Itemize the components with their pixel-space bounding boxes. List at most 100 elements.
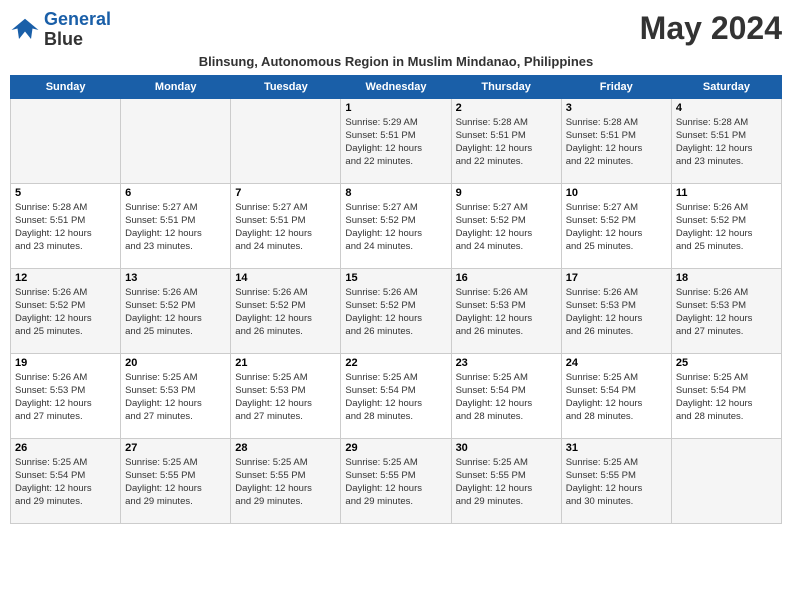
calendar-cell: 31 Sunrise: 5:25 AMSunset: 5:55 PMDayligh… bbox=[561, 438, 671, 523]
day-info: Sunrise: 5:26 AMSunset: 5:53 PMDaylight:… bbox=[566, 286, 667, 339]
day-info: Sunrise: 5:26 AMSunset: 5:52 PMDaylight:… bbox=[15, 286, 116, 339]
calendar-cell: 3Sunrise: 5:28 AMSunset: 5:51 PMDaylight… bbox=[561, 98, 671, 183]
calendar-cell: 30Sunrise: 5:25 AMSunset: 5:55 PMDayligh… bbox=[451, 438, 561, 523]
day-info: Sunrise: 5:27 AMSunset: 5:52 PMDaylight:… bbox=[456, 201, 557, 254]
day-number: 25 bbox=[676, 357, 777, 369]
calendar-cell: 19 Sunrise: 5:26 AMSunset: 5:53 PMDayligh… bbox=[11, 353, 121, 438]
calendar-cell: 29 Sunrise: 5:25 AMSunset: 5:55 PMDayligh… bbox=[341, 438, 451, 523]
day-number: 19 bbox=[15, 357, 116, 369]
day-number: 2 bbox=[456, 102, 557, 114]
day-info: Sunrise: 5:28 AMSunset: 5:51 PMDaylight:… bbox=[676, 116, 777, 169]
calendar-cell: 26Sunrise: 5:25 AMSunset: 5:54 PMDayligh… bbox=[11, 438, 121, 523]
logo: General Blue bbox=[10, 10, 111, 50]
day-number: 15 bbox=[345, 272, 446, 284]
calendar-week-3: 12 Sunrise: 5:26 AMSunset: 5:52 PMDayligh… bbox=[11, 268, 782, 353]
day-info: Sunrise: 5:29 AMSunset: 5:51 PMDaylight:… bbox=[345, 116, 446, 169]
calendar-cell: 9 Sunrise: 5:27 AMSunset: 5:52 PMDaylight… bbox=[451, 183, 561, 268]
day-number: 29 bbox=[345, 442, 446, 454]
month-title: May 2024 bbox=[640, 10, 782, 47]
day-number: 1 bbox=[345, 102, 446, 114]
day-number: 7 bbox=[235, 187, 336, 199]
header-sunday: Sunday bbox=[11, 75, 121, 98]
calendar-cell: 23 Sunrise: 5:25 AMSunset: 5:54 PMDayligh… bbox=[451, 353, 561, 438]
calendar-cell: 5Sunrise: 5:28 AMSunset: 5:51 PMDaylight… bbox=[11, 183, 121, 268]
header-monday: Monday bbox=[121, 75, 231, 98]
calendar-cell: 13 Sunrise: 5:26 AMSunset: 5:52 PMDayligh… bbox=[121, 268, 231, 353]
day-number: 28 bbox=[235, 442, 336, 454]
header-saturday: Saturday bbox=[671, 75, 781, 98]
day-number: 27 bbox=[125, 442, 226, 454]
calendar-week-1: 1 Sunrise: 5:29 AMSunset: 5:51 PMDaylight… bbox=[11, 98, 782, 183]
day-info: Sunrise: 5:25 AMSunset: 5:54 PMDaylight:… bbox=[676, 371, 777, 424]
day-info: Sunrise: 5:25 AMSunset: 5:55 PMDaylight:… bbox=[345, 456, 446, 509]
day-number: 24 bbox=[566, 357, 667, 369]
day-info: Sunrise: 5:26 AMSunset: 5:53 PMDaylight:… bbox=[15, 371, 116, 424]
calendar-cell: 11Sunrise: 5:26 AMSunset: 5:52 PMDayligh… bbox=[671, 183, 781, 268]
day-info: Sunrise: 5:25 AMSunset: 5:55 PMDaylight:… bbox=[125, 456, 226, 509]
calendar-cell: 21Sunrise: 5:25 AMSunset: 5:53 PMDayligh… bbox=[231, 353, 341, 438]
day-info: Sunrise: 5:27 AMSunset: 5:51 PMDaylight:… bbox=[125, 201, 226, 254]
day-number: 16 bbox=[456, 272, 557, 284]
day-number: 26 bbox=[15, 442, 116, 454]
day-info: Sunrise: 5:25 AMSunset: 5:53 PMDaylight:… bbox=[235, 371, 336, 424]
day-number: 10 bbox=[566, 187, 667, 199]
calendar-cell bbox=[671, 438, 781, 523]
day-number: 13 bbox=[125, 272, 226, 284]
day-number: 17 bbox=[566, 272, 667, 284]
page-header: General Blue May 2024 bbox=[10, 10, 782, 50]
calendar-table: SundayMondayTuesdayWednesdayThursdayFrid… bbox=[10, 75, 782, 524]
header-tuesday: Tuesday bbox=[231, 75, 341, 98]
header-thursday: Thursday bbox=[451, 75, 561, 98]
day-number: 9 bbox=[456, 187, 557, 199]
calendar-cell bbox=[231, 98, 341, 183]
logo-general: General bbox=[44, 9, 111, 29]
day-info: Sunrise: 5:26 AMSunset: 5:52 PMDaylight:… bbox=[235, 286, 336, 339]
calendar-week-5: 26Sunrise: 5:25 AMSunset: 5:54 PMDayligh… bbox=[11, 438, 782, 523]
header-friday: Friday bbox=[561, 75, 671, 98]
day-number: 4 bbox=[676, 102, 777, 114]
calendar-cell: 25 Sunrise: 5:25 AMSunset: 5:54 PMDayligh… bbox=[671, 353, 781, 438]
calendar-cell: 27 Sunrise: 5:25 AMSunset: 5:55 PMDayligh… bbox=[121, 438, 231, 523]
day-info: Sunrise: 5:26 AMSunset: 5:53 PMDaylight:… bbox=[456, 286, 557, 339]
day-info: Sunrise: 5:27 AMSunset: 5:51 PMDaylight:… bbox=[235, 201, 336, 254]
calendar-cell: 1 Sunrise: 5:29 AMSunset: 5:51 PMDaylight… bbox=[341, 98, 451, 183]
day-number: 31 bbox=[566, 442, 667, 454]
day-info: Sunrise: 5:26 AMSunset: 5:52 PMDaylight:… bbox=[125, 286, 226, 339]
calendar-cell: 18Sunrise: 5:26 AMSunset: 5:53 PMDayligh… bbox=[671, 268, 781, 353]
calendar-cell: 28 Sunrise: 5:25 AMSunset: 5:55 PMDayligh… bbox=[231, 438, 341, 523]
day-number: 6 bbox=[125, 187, 226, 199]
calendar-week-4: 19 Sunrise: 5:26 AMSunset: 5:53 PMDayligh… bbox=[11, 353, 782, 438]
day-info: Sunrise: 5:25 AMSunset: 5:55 PMDaylight:… bbox=[566, 456, 667, 509]
day-info: Sunrise: 5:27 AMSunset: 5:52 PMDaylight:… bbox=[566, 201, 667, 254]
day-number: 22 bbox=[345, 357, 446, 369]
calendar-cell: 17 Sunrise: 5:26 AMSunset: 5:53 PMDayligh… bbox=[561, 268, 671, 353]
day-info: Sunrise: 5:28 AMSunset: 5:51 PMDaylight:… bbox=[456, 116, 557, 169]
logo-text: General Blue bbox=[44, 10, 111, 50]
day-number: 18 bbox=[676, 272, 777, 284]
logo-icon bbox=[10, 15, 40, 45]
day-info: Sunrise: 5:25 AMSunset: 5:55 PMDaylight:… bbox=[456, 456, 557, 509]
calendar-cell: 7 Sunrise: 5:27 AMSunset: 5:51 PMDaylight… bbox=[231, 183, 341, 268]
day-info: Sunrise: 5:25 AMSunset: 5:53 PMDaylight:… bbox=[125, 371, 226, 424]
calendar-cell: 6 Sunrise: 5:27 AMSunset: 5:51 PMDaylight… bbox=[121, 183, 231, 268]
calendar-cell bbox=[121, 98, 231, 183]
day-info: Sunrise: 5:25 AMSunset: 5:54 PMDaylight:… bbox=[345, 371, 446, 424]
day-number: 23 bbox=[456, 357, 557, 369]
calendar-cell: 22 Sunrise: 5:25 AMSunset: 5:54 PMDayligh… bbox=[341, 353, 451, 438]
calendar-cell: 14 Sunrise: 5:26 AMSunset: 5:52 PMDayligh… bbox=[231, 268, 341, 353]
calendar-cell: 8Sunrise: 5:27 AMSunset: 5:52 PMDaylight… bbox=[341, 183, 451, 268]
day-info: Sunrise: 5:28 AMSunset: 5:51 PMDaylight:… bbox=[15, 201, 116, 254]
header-wednesday: Wednesday bbox=[341, 75, 451, 98]
day-info: Sunrise: 5:25 AMSunset: 5:55 PMDaylight:… bbox=[235, 456, 336, 509]
day-number: 14 bbox=[235, 272, 336, 284]
calendar-cell: 12 Sunrise: 5:26 AMSunset: 5:52 PMDayligh… bbox=[11, 268, 121, 353]
calendar-cell: 4 Sunrise: 5:28 AMSunset: 5:51 PMDaylight… bbox=[671, 98, 781, 183]
calendar-cell: 2 Sunrise: 5:28 AMSunset: 5:51 PMDaylight… bbox=[451, 98, 561, 183]
calendar-cell: 15Sunrise: 5:26 AMSunset: 5:52 PMDayligh… bbox=[341, 268, 451, 353]
day-number: 11 bbox=[676, 187, 777, 199]
calendar-cell bbox=[11, 98, 121, 183]
day-number: 12 bbox=[15, 272, 116, 284]
day-info: Sunrise: 5:25 AMSunset: 5:54 PMDaylight:… bbox=[456, 371, 557, 424]
calendar-cell: 16 Sunrise: 5:26 AMSunset: 5:53 PMDayligh… bbox=[451, 268, 561, 353]
day-info: Sunrise: 5:28 AMSunset: 5:51 PMDaylight:… bbox=[566, 116, 667, 169]
